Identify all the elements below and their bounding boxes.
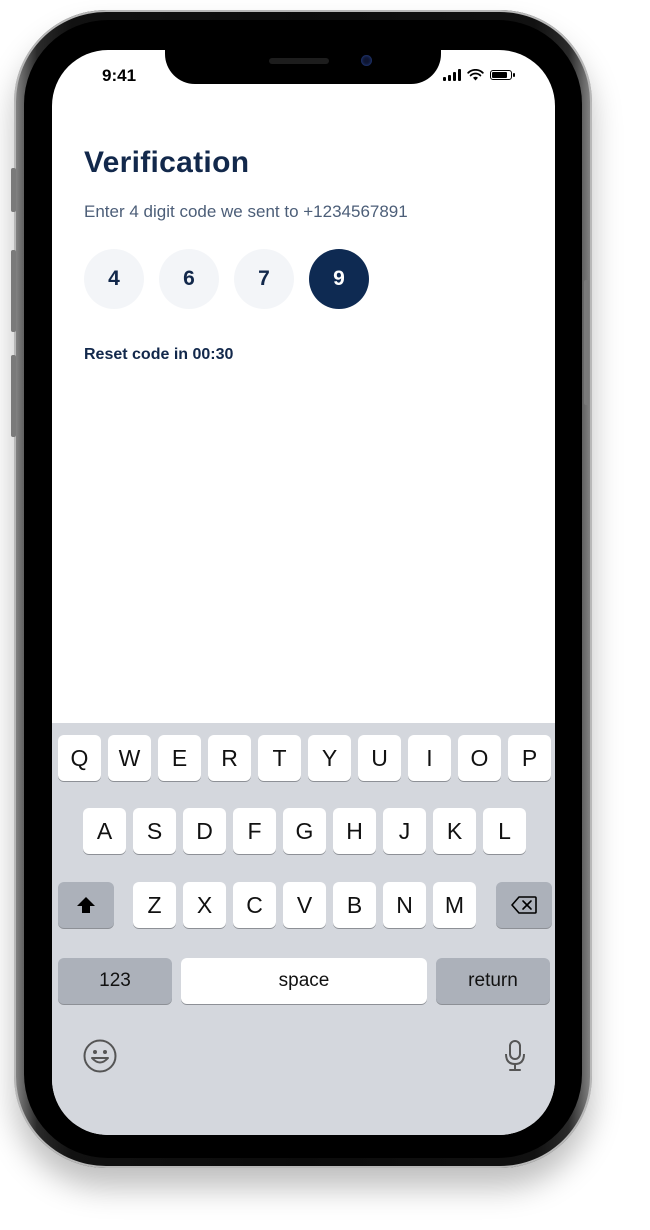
reset-code-timer[interactable]: Reset code in 00:30	[84, 346, 233, 364]
code-digit-1[interactable]: 4	[84, 249, 144, 309]
key-v[interactable]: V	[283, 882, 326, 928]
notch	[165, 50, 441, 84]
key-y[interactable]: Y	[308, 735, 351, 781]
backspace-key[interactable]	[496, 882, 552, 928]
key-h[interactable]: H	[333, 808, 376, 854]
key-u[interactable]: U	[358, 735, 401, 781]
key-j[interactable]: J	[383, 808, 426, 854]
key-z[interactable]: Z	[133, 882, 176, 928]
keyboard: Q W E R T Y U I O P A S D F G H J K L Z …	[52, 723, 555, 1135]
status-time: 9:41	[102, 66, 137, 85]
code-digit-4[interactable]: 9	[309, 249, 369, 309]
shift-icon	[77, 897, 95, 913]
phone-screen: 9:41 Verification Enter 4 digit code we …	[52, 50, 555, 1135]
key-w[interactable]: W	[108, 735, 151, 781]
key-g[interactable]: G	[283, 808, 326, 854]
key-b[interactable]: B	[333, 882, 376, 928]
code-digit-2[interactable]: 6	[159, 249, 219, 309]
key-n[interactable]: N	[383, 882, 426, 928]
power-button	[584, 280, 589, 405]
dictation-button[interactable]	[500, 1036, 530, 1076]
front-camera	[361, 55, 372, 66]
key-l[interactable]: L	[483, 808, 526, 854]
status-icons	[443, 69, 515, 81]
space-key[interactable]: space	[181, 958, 427, 1004]
backspace-icon	[511, 896, 537, 914]
key-k[interactable]: K	[433, 808, 476, 854]
key-o[interactable]: O	[458, 735, 501, 781]
verification-code-row: 4 6 7 9	[84, 249, 369, 309]
volume-up-button	[11, 250, 16, 332]
speaker	[269, 58, 329, 64]
shift-key[interactable]	[58, 882, 114, 928]
key-p[interactable]: P	[508, 735, 551, 781]
key-c[interactable]: C	[233, 882, 276, 928]
page-title: Verification	[84, 146, 250, 179]
key-e[interactable]: E	[158, 735, 201, 781]
key-f[interactable]: F	[233, 808, 276, 854]
volume-down-button	[11, 355, 16, 437]
battery-icon	[490, 70, 515, 80]
code-digit-3[interactable]: 7	[234, 249, 294, 309]
key-t[interactable]: T	[258, 735, 301, 781]
action-button	[11, 168, 16, 212]
wifi-icon	[467, 69, 484, 81]
key-q[interactable]: Q	[58, 735, 101, 781]
key-r[interactable]: R	[208, 735, 251, 781]
instruction-text: Enter 4 digit code we sent to +123456789…	[84, 202, 408, 221]
return-key[interactable]: return	[436, 958, 550, 1004]
emoji-button[interactable]	[80, 1036, 120, 1076]
key-d[interactable]: D	[183, 808, 226, 854]
key-i[interactable]: I	[408, 735, 451, 781]
numbers-key[interactable]: 123	[58, 958, 172, 1004]
key-s[interactable]: S	[133, 808, 176, 854]
emoji-icon	[83, 1039, 117, 1073]
key-m[interactable]: M	[433, 882, 476, 928]
key-x[interactable]: X	[183, 882, 226, 928]
signal-icon	[443, 69, 461, 81]
microphone-icon	[505, 1040, 525, 1071]
key-a[interactable]: A	[83, 808, 126, 854]
